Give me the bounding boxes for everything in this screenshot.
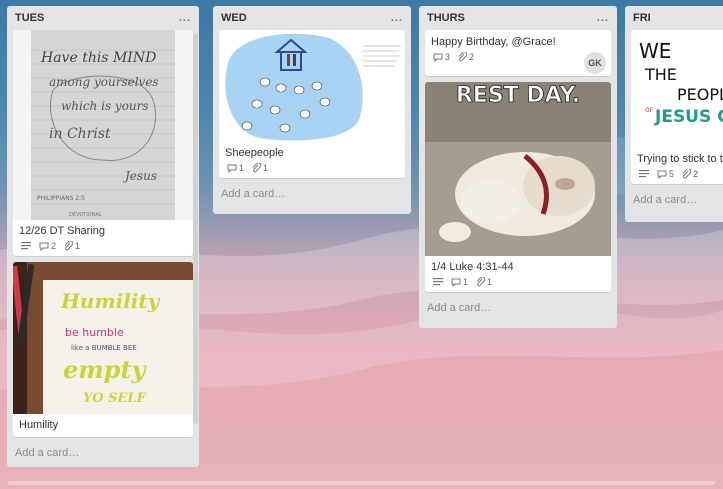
card-happy-birthday[interactable]: Happy Birthday, @Grace! 3 2 GK (425, 30, 611, 76)
list-header: WED ... (219, 6, 405, 30)
card-badges: 5 2 (631, 167, 723, 184)
card-title: Trying to stick to th (637, 153, 723, 165)
cover-text: WE (639, 39, 671, 63)
cover-text: PHILIPPIANS 2:5 (37, 195, 85, 202)
comments-badge: 3 (433, 52, 450, 62)
attachments-badge: 2 (682, 169, 698, 179)
list-menu-button[interactable]: ... (597, 12, 609, 24)
add-card-button[interactable]: Add a card… (219, 184, 405, 207)
attachment-count: 1 (75, 241, 81, 251)
card-cover-image: REST DAY. (425, 82, 611, 256)
paperclip-icon (476, 277, 486, 287)
description-icon (639, 170, 649, 178)
comment-count: 3 (445, 52, 451, 62)
attachment-count: 1 (487, 277, 493, 287)
description-icon (21, 242, 31, 250)
cover-text: empty (63, 355, 148, 384)
card-sheepeople[interactable]: Sheepeople 1 1 (219, 30, 405, 178)
cover-text: be humble (65, 326, 124, 339)
card-title: 12/26 DT Sharing (19, 225, 106, 237)
cover-text: Jesus (122, 169, 157, 183)
cover-text: which is yours (61, 99, 149, 113)
card-title: Sheepeople (225, 147, 284, 159)
list-fri: FRI WE THE PEOPL OF JESUS C Trying to st… (625, 6, 723, 222)
list-wed: WED ... Sheepeople 1 1 Add a card… (213, 6, 411, 214)
cover-text: in Christ (49, 126, 111, 142)
attachments-badge: 1 (252, 163, 268, 173)
card-badges: 3 2 (425, 50, 611, 67)
comment-count: 1 (463, 277, 469, 287)
paperclip-icon (64, 241, 74, 251)
list-title[interactable]: THURS (427, 12, 465, 24)
card-cover-image: WE THE PEOPL OF JESUS C (631, 30, 723, 148)
cover-text: DEVOTIONAL (69, 212, 102, 218)
comments-badge: 2 (39, 241, 56, 251)
list-header: TUES ... (13, 6, 193, 30)
comment-icon (433, 53, 443, 62)
cover-text: JESUS C (654, 107, 723, 127)
card-title: Humility (19, 419, 59, 431)
member-avatar[interactable]: GK (584, 52, 606, 74)
card-cover-image: Humility be humble like a BUMBLE BEE emp… (13, 262, 193, 414)
comment-icon (451, 278, 461, 287)
attachments-badge: 1 (476, 277, 492, 287)
list-scrollbar[interactable] (193, 34, 198, 424)
board-horizontal-scrollbar[interactable] (8, 481, 715, 485)
card-luke[interactable]: REST DAY. 1/4 Luke 4:31-44 1 1 (425, 82, 611, 292)
comments-badge: 5 (657, 169, 674, 179)
list-menu-button[interactable]: ... (179, 12, 191, 24)
comment-count: 1 (239, 163, 245, 173)
attachment-count: 2 (693, 169, 699, 179)
attachment-count: 1 (263, 163, 269, 173)
attachment-count: 2 (469, 52, 475, 62)
card-badges: 1 1 (425, 275, 611, 292)
cover-text: REST DAY. (456, 83, 580, 108)
add-card-button[interactable]: Add a card… (631, 190, 723, 213)
list-tues: TUES ... Have this MIND among yourselves… (7, 6, 199, 467)
paperclip-icon (682, 169, 692, 179)
card-title: 1/4 Luke 4:31-44 (431, 261, 514, 273)
list-title[interactable]: TUES (15, 12, 44, 24)
list-title[interactable]: WED (221, 12, 247, 24)
cover-text: among yourselves (49, 75, 159, 89)
add-card-button[interactable]: Add a card… (13, 443, 193, 466)
attachments-badge: 1 (64, 241, 80, 251)
card-title: Happy Birthday, @Grace! (431, 36, 556, 48)
paperclip-icon (458, 52, 468, 62)
card-badges: 1 1 (219, 161, 405, 178)
comment-icon (39, 242, 49, 251)
comments-badge: 1 (227, 163, 244, 173)
cover-text: like a BUMBLE BEE (71, 344, 137, 352)
list-header: THURS ... (425, 6, 611, 30)
add-card-button[interactable]: Add a card… (425, 298, 611, 321)
list-thurs: THURS ... Happy Birthday, @Grace! 3 2 GK (419, 6, 617, 328)
description-icon (433, 278, 443, 286)
comment-icon (227, 164, 237, 173)
cover-text: THE (644, 65, 677, 84)
list-header: FRI (631, 6, 723, 30)
paperclip-icon (252, 163, 262, 173)
card-dt-sharing[interactable]: Have this MIND among yourselves which is… (13, 30, 193, 256)
list-title[interactable]: FRI (633, 12, 651, 24)
list-menu-button[interactable]: ... (391, 12, 403, 24)
comment-count: 2 (51, 241, 57, 251)
cover-text: Humility (60, 289, 161, 313)
comment-count: 5 (669, 169, 675, 179)
card-cover-image: Have this MIND among yourselves which is… (13, 30, 193, 220)
cover-text: YO SELF (83, 391, 147, 406)
comments-badge: 1 (451, 277, 468, 287)
attachments-badge: 2 (458, 52, 474, 62)
card-trying-to-stick[interactable]: WE THE PEOPL OF JESUS C Trying to stick … (631, 30, 723, 184)
cover-text: OF (645, 107, 654, 114)
cover-text: Have this MIND (40, 50, 156, 66)
card-badges: 2 1 (13, 239, 193, 256)
card-humility[interactable]: Humility be humble like a BUMBLE BEE emp… (13, 262, 193, 437)
card-cover-image (219, 30, 405, 142)
comment-icon (657, 170, 667, 179)
cover-text: PEOPL (677, 85, 723, 104)
